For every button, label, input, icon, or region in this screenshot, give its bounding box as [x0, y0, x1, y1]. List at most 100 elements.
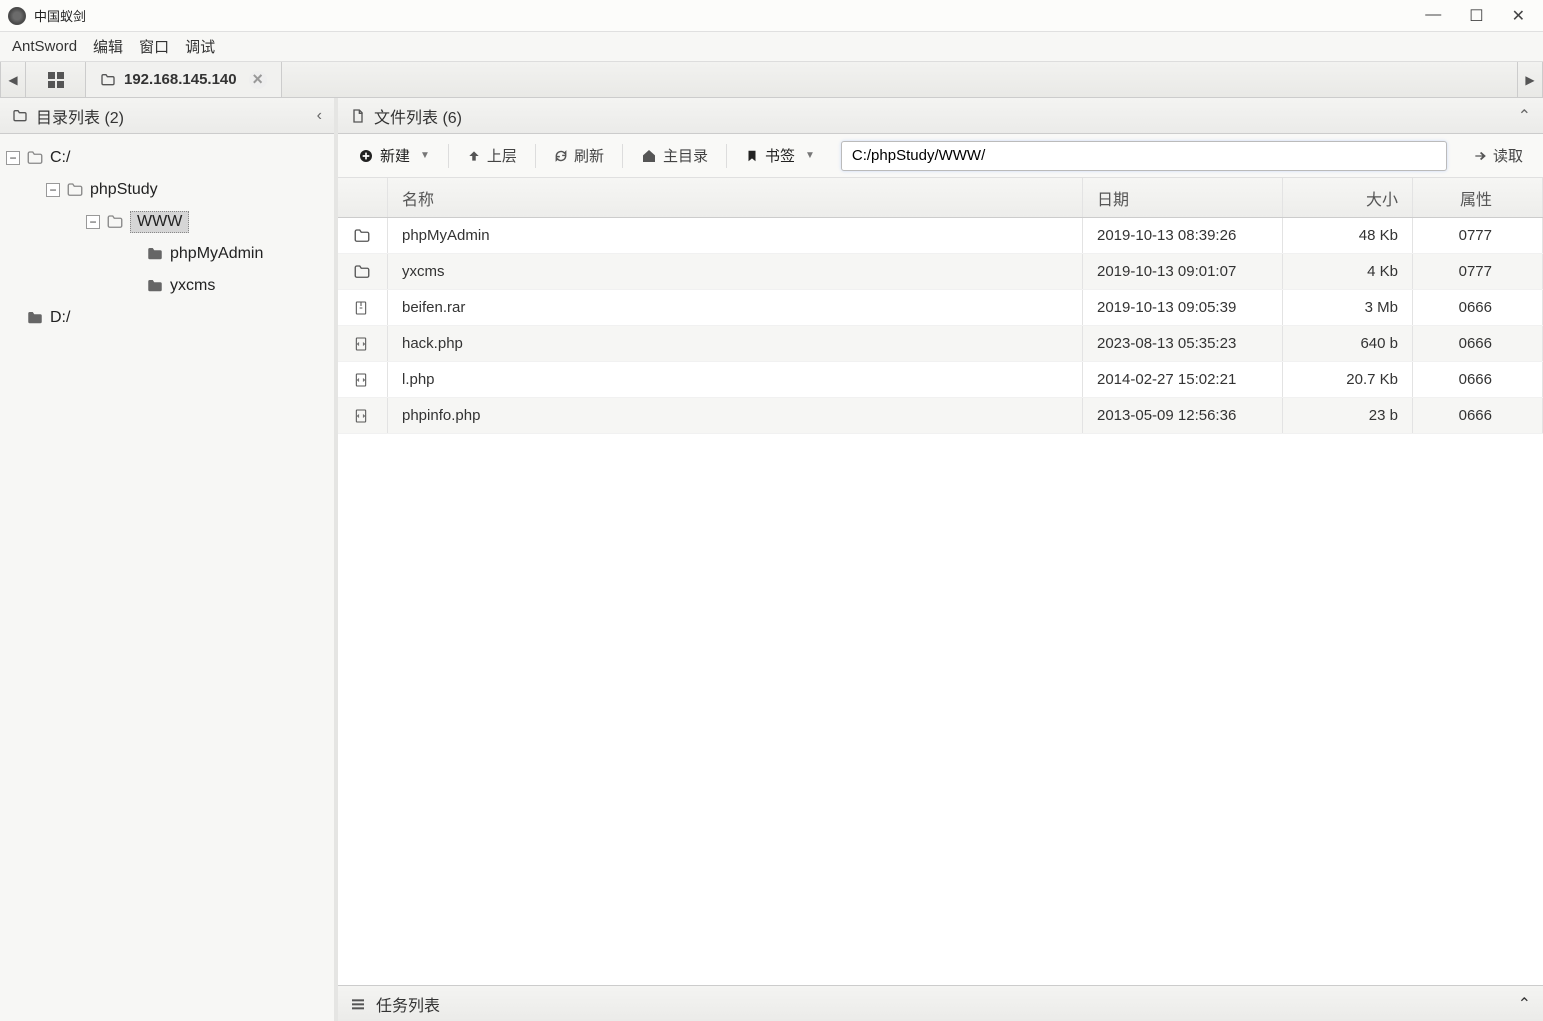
app-icon	[8, 7, 26, 25]
file-panel-title: 文件列表 (6)	[374, 104, 462, 128]
close-button[interactable]: ✕	[1512, 6, 1525, 26]
row-date: 2019-10-13 08:39:26	[1083, 218, 1283, 253]
row-name: yxcms	[388, 254, 1083, 289]
tree-toggle-icon[interactable]: −	[6, 151, 20, 165]
home-icon	[641, 148, 657, 164]
plus-circle-icon	[358, 148, 374, 164]
folder-icon	[353, 263, 373, 281]
code-icon	[353, 335, 373, 353]
table-row[interactable]: phpMyAdmin2019-10-13 08:39:2648 Kb0777	[338, 218, 1543, 254]
row-date: 2023-08-13 05:35:23	[1083, 326, 1283, 361]
col-attr[interactable]: 属性	[1413, 178, 1543, 217]
row-name: hack.php	[388, 326, 1083, 361]
folder-icon	[353, 227, 373, 245]
file-icon	[350, 108, 366, 124]
menu-edit[interactable]: 编辑	[93, 36, 123, 57]
table-row[interactable]: yxcms2019-10-13 09:01:074 Kb0777	[338, 254, 1543, 290]
folder-icon	[12, 108, 28, 124]
collapse-up-icon[interactable]: ⌃	[1518, 106, 1531, 126]
tab-strip: ◀ 192.168.145.140 × ▶	[0, 62, 1543, 98]
tree-node-label: C:/	[50, 149, 70, 167]
tab-close-icon[interactable]: ×	[249, 71, 267, 89]
row-attr: 0666	[1413, 326, 1543, 361]
up-button[interactable]: 上层	[457, 141, 527, 170]
titlebar: 中国蚁剑 — ☐ ✕	[0, 0, 1543, 32]
tree-node[interactable]: − C:/	[6, 142, 328, 174]
collapse-left-icon[interactable]: ‹	[317, 107, 322, 125]
row-icon-cell	[338, 218, 388, 253]
chevron-down-icon: ▼	[805, 150, 815, 161]
arrow-up-icon	[467, 149, 481, 163]
row-size: 640 b	[1283, 326, 1413, 361]
task-panel-header[interactable]: 任务列表 ⌃	[338, 985, 1543, 1021]
arrow-right-icon	[1473, 149, 1487, 163]
menubar: AntSword 编辑 窗口 调试	[0, 32, 1543, 62]
row-name: phpMyAdmin	[388, 218, 1083, 253]
row-attr: 0777	[1413, 254, 1543, 289]
row-size: 48 Kb	[1283, 218, 1413, 253]
tab-scroll-left[interactable]: ◀	[0, 62, 26, 97]
folder-icon	[66, 181, 84, 199]
directory-panel-title: 目录列表 (2)	[36, 104, 124, 128]
directory-panel-header: 目录列表 (2) ‹	[0, 98, 334, 134]
bookmark-icon	[745, 149, 759, 163]
tree-node-label: WWW	[130, 211, 189, 233]
minimize-button[interactable]: —	[1425, 6, 1441, 26]
table-row[interactable]: phpinfo.php2013-05-09 12:56:3623 b0666	[338, 398, 1543, 434]
tree-node[interactable]: D:/	[6, 302, 328, 334]
maximize-button[interactable]: ☐	[1469, 6, 1483, 26]
menu-antsword[interactable]: AntSword	[12, 38, 77, 55]
row-size: 3 Mb	[1283, 290, 1413, 325]
tree-node[interactable]: yxcms	[6, 270, 328, 302]
bookmark-button[interactable]: 书签 ▼	[735, 141, 825, 170]
refresh-button[interactable]: 刷新	[544, 141, 614, 170]
tree-node[interactable]: − WWW	[6, 206, 328, 238]
path-input[interactable]	[841, 141, 1447, 171]
col-size[interactable]: 大小	[1283, 178, 1413, 217]
window-controls: — ☐ ✕	[1425, 6, 1535, 26]
grid-icon	[48, 72, 64, 88]
row-size: 4 Kb	[1283, 254, 1413, 289]
row-icon-cell	[338, 398, 388, 433]
tree-node-label: phpStudy	[90, 181, 158, 199]
task-panel-title: 任务列表	[376, 992, 440, 1016]
row-attr: 0666	[1413, 398, 1543, 433]
row-attr: 0666	[1413, 362, 1543, 397]
col-date[interactable]: 日期	[1083, 178, 1283, 217]
row-date: 2013-05-09 12:56:36	[1083, 398, 1283, 433]
content-area: 目录列表 (2) ‹ −C:/−phpStudy−WWWphpMyAdminyx…	[0, 98, 1543, 1021]
directory-panel: 目录列表 (2) ‹ − C:/ − phpStudy − WWW phpMyAdmin yx…	[0, 98, 338, 1021]
tree-node[interactable]: phpMyAdmin	[6, 238, 328, 270]
window-title: 中国蚁剑	[34, 6, 86, 25]
tree-toggle-icon[interactable]: −	[86, 215, 100, 229]
row-attr: 0666	[1413, 290, 1543, 325]
tab-home[interactable]	[26, 62, 86, 97]
read-button[interactable]: 读取	[1463, 141, 1533, 170]
row-attr: 0777	[1413, 218, 1543, 253]
refresh-icon	[554, 149, 568, 163]
tab-scroll-right[interactable]: ▶	[1517, 62, 1543, 97]
menu-window[interactable]: 窗口	[139, 36, 169, 57]
menu-debug[interactable]: 调试	[185, 36, 215, 57]
folder-icon	[100, 72, 116, 88]
home-button[interactable]: 主目录	[631, 141, 718, 170]
table-row[interactable]: beifen.rar2019-10-13 09:05:393 Mb0666	[338, 290, 1543, 326]
tab-connection[interactable]: 192.168.145.140 ×	[86, 62, 282, 97]
tree-node-label: yxcms	[170, 277, 215, 295]
tree-node-label: D:/	[50, 309, 70, 327]
col-name[interactable]: 名称	[388, 178, 1083, 217]
row-name: l.php	[388, 362, 1083, 397]
table-row[interactable]: hack.php2023-08-13 05:35:23640 b0666	[338, 326, 1543, 362]
new-button[interactable]: 新建 ▼	[348, 141, 440, 170]
row-size: 23 b	[1283, 398, 1413, 433]
folder-icon	[146, 277, 164, 295]
collapse-up-icon[interactable]: ⌃	[1518, 994, 1531, 1014]
col-checkbox[interactable]	[338, 178, 388, 217]
table-row[interactable]: l.php2014-02-27 15:02:2120.7 Kb0666	[338, 362, 1543, 398]
table-header: 名称 日期 大小 属性	[338, 178, 1543, 218]
tree-node[interactable]: − phpStudy	[6, 174, 328, 206]
tree-toggle-icon[interactable]: −	[46, 183, 60, 197]
row-name: phpinfo.php	[388, 398, 1083, 433]
row-icon-cell	[338, 290, 388, 325]
chevron-down-icon: ▼	[420, 150, 430, 161]
